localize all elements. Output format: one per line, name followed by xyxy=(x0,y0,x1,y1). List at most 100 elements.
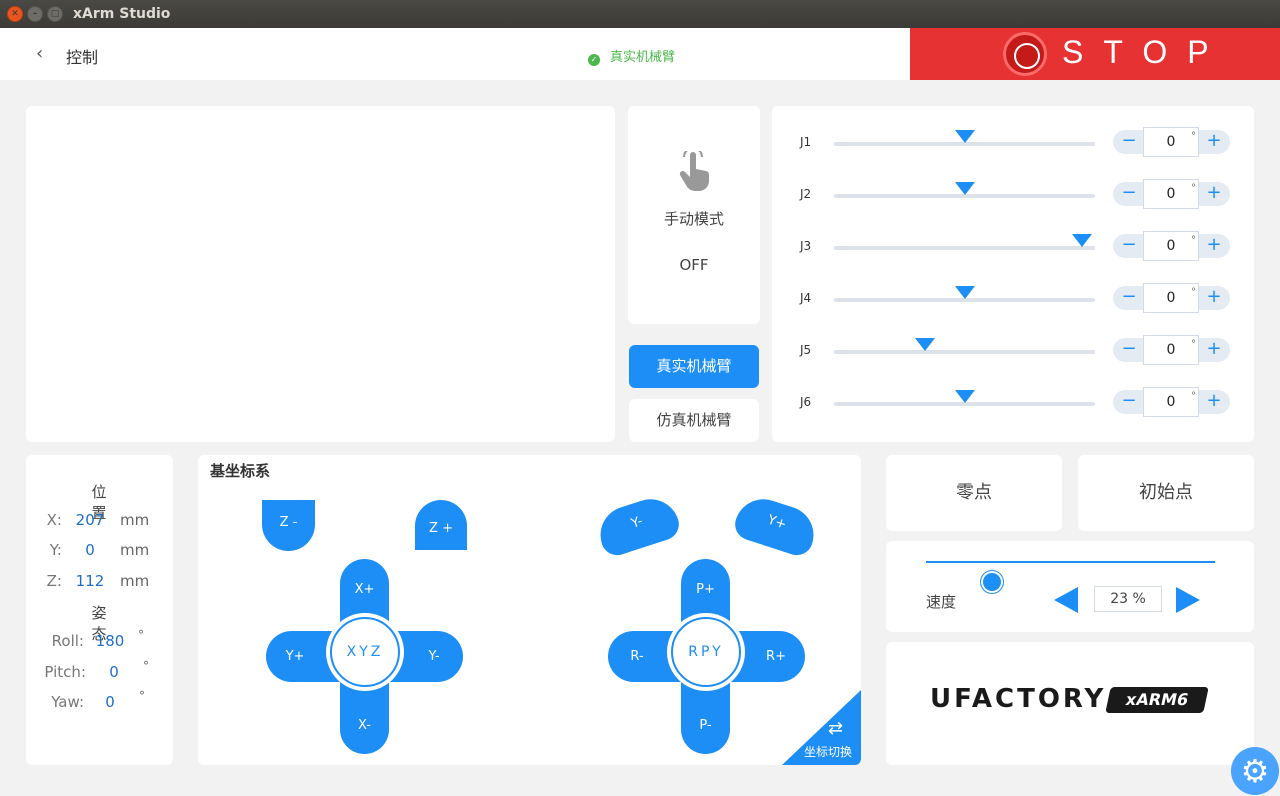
window-titlebar: ✕ – □ xArm Studio xyxy=(0,0,1280,28)
y-plus-button[interactable]: Y+ xyxy=(266,631,324,682)
joint-increase-button[interactable]: + xyxy=(1200,182,1228,206)
r-plus-button[interactable]: R+ xyxy=(747,631,805,682)
speed-slider-thumb[interactable] xyxy=(981,571,1004,593)
coordinate-switch-button[interactable]: ⇄ 坐标切换 xyxy=(782,690,861,765)
yaw-unit: ° xyxy=(139,689,145,703)
joint-increase-button[interactable]: + xyxy=(1200,338,1228,362)
joint-unit: ° xyxy=(1191,391,1196,402)
joint-decrease-button[interactable]: − xyxy=(1115,390,1143,414)
joint-slider-track[interactable] xyxy=(834,338,1095,354)
rpy-center: RPY xyxy=(667,613,745,691)
joint-row-j2: J2−0 ° + xyxy=(772,179,1252,210)
joint-increase-button[interactable]: + xyxy=(1200,130,1228,154)
pos-z-value: 112 xyxy=(75,572,105,590)
maximize-icon: □ xyxy=(50,9,60,19)
joint-unit: ° xyxy=(1191,235,1196,246)
joint-name: J6 xyxy=(800,395,812,409)
robot-3d-view[interactable] xyxy=(26,106,615,442)
joint-decrease-button[interactable]: − xyxy=(1115,286,1143,310)
home-point-button[interactable]: 初始点 xyxy=(1078,455,1254,531)
real-arm-button[interactable]: 真实机械臂 xyxy=(629,345,759,388)
joint-slider-track[interactable] xyxy=(834,286,1095,302)
joint-name: J3 xyxy=(800,239,812,253)
window-minimize-button[interactable]: – xyxy=(27,6,43,22)
joint-stepper: −0 ° + xyxy=(1113,387,1230,417)
close-icon: ✕ xyxy=(11,9,19,19)
sim-arm-button[interactable]: 仿真机械臂 xyxy=(629,399,759,442)
joint-decrease-button[interactable]: − xyxy=(1115,234,1143,258)
pos-x-unit: mm xyxy=(120,511,150,529)
pos-y-label: Y: xyxy=(49,541,62,559)
joint-unit: ° xyxy=(1191,287,1196,298)
stop-button[interactable]: STOP xyxy=(910,28,1280,80)
yaw-plus-button[interactable]: Y+ xyxy=(731,491,821,560)
joint-increase-button[interactable]: + xyxy=(1200,390,1228,414)
joint-name: J1 xyxy=(800,135,812,149)
speed-decrease-button[interactable] xyxy=(1054,587,1078,613)
joint-decrease-button[interactable]: − xyxy=(1115,182,1143,206)
p-plus-button[interactable]: P+ xyxy=(681,559,730,619)
joint-slider-track[interactable] xyxy=(834,182,1095,198)
z-plus-button[interactable]: Z + xyxy=(415,500,467,550)
yaw-row: Yaw: 0 ° xyxy=(26,689,172,715)
joint-increase-button[interactable]: + xyxy=(1200,286,1228,310)
joint-increase-button[interactable]: + xyxy=(1200,234,1228,258)
joint-slider-thumb[interactable] xyxy=(1071,234,1092,247)
speed-increase-button[interactable] xyxy=(1176,587,1200,613)
coordinate-switch-label: 坐标切换 xyxy=(804,745,853,759)
check-circle-icon: ✓ xyxy=(588,54,600,66)
joint-name: J2 xyxy=(800,187,812,201)
yaw-minus-button[interactable]: Y- xyxy=(593,491,683,560)
pos-z-unit: mm xyxy=(120,572,150,590)
window-close-button[interactable]: ✕ xyxy=(7,6,23,22)
joint-decrease-button[interactable]: − xyxy=(1115,130,1143,154)
speed-slider-track[interactable] xyxy=(926,561,1215,593)
joint-slider-thumb[interactable] xyxy=(954,130,975,143)
manual-mode-toggle[interactable]: 手动模式 OFF xyxy=(628,106,760,324)
window-title: xArm Studio xyxy=(73,6,171,22)
connection-status: ✓ 真实机械臂 xyxy=(588,46,675,66)
joint-slider-thumb[interactable] xyxy=(954,390,975,403)
pitch-label: Pitch: xyxy=(44,663,86,681)
connection-status-label: 真实机械臂 xyxy=(610,50,676,65)
pos-y-value: 0 xyxy=(85,541,95,559)
joint-row-j1: J1 −0 ° + xyxy=(772,127,1252,158)
joint-stepper: −0 ° + xyxy=(1113,335,1230,365)
joint-slider-thumb[interactable] xyxy=(954,286,975,299)
joint-slider-track[interactable] xyxy=(834,390,1095,406)
window-maximize-button[interactable]: □ xyxy=(47,6,63,22)
joint-slider-thumb[interactable] xyxy=(954,182,975,195)
xyz-center: XYZ xyxy=(326,613,404,691)
manual-mode-label: 手动模式 xyxy=(663,210,724,228)
joint-stepper: −0 ° + xyxy=(1113,127,1230,157)
x-plus-button[interactable]: X+ xyxy=(340,559,389,619)
zero-point-button[interactable]: 零点 xyxy=(886,455,1062,531)
x-minus-button[interactable]: X- xyxy=(340,695,389,754)
y-minus-button[interactable]: Y- xyxy=(405,631,463,682)
z-minus-button[interactable]: Z - xyxy=(262,500,315,551)
joint-row-j4: J4−0 ° + xyxy=(772,283,1252,314)
stop-label: STOP xyxy=(1062,34,1229,70)
joint-row-j3: J3−0 ° + xyxy=(772,231,1252,262)
pos-y-row: Y: 0 mm xyxy=(26,541,172,563)
back-button[interactable]: ‹ xyxy=(36,43,43,64)
joint-stepper: −0 ° + xyxy=(1113,231,1230,261)
pitch-value: 0 xyxy=(109,663,119,681)
r-minus-button[interactable]: R- xyxy=(608,631,666,682)
joint-slider-thumb[interactable] xyxy=(915,338,936,351)
joint-unit: ° xyxy=(1191,183,1196,194)
rpy-label: RPY xyxy=(671,617,741,687)
roll-row: Roll: 180 ° xyxy=(26,628,172,654)
pos-z-label: Z: xyxy=(46,572,62,590)
roll-unit: ° xyxy=(138,628,144,642)
joint-slider-track[interactable] xyxy=(834,130,1095,146)
p-minus-button[interactable]: P- xyxy=(681,695,730,754)
pos-z-row: Z: 112 mm xyxy=(26,572,172,594)
model-badge: xARM6 xyxy=(1105,687,1209,713)
joint-slider-track[interactable] xyxy=(834,234,1095,250)
settings-gear-icon[interactable]: ⚙ xyxy=(1231,747,1279,795)
roll-label: Roll: xyxy=(51,632,84,650)
pos-x-row: X: 207 mm xyxy=(26,511,172,533)
joint-decrease-button[interactable]: − xyxy=(1115,338,1143,362)
joint-row-j5: J5−0 ° + xyxy=(772,335,1252,366)
